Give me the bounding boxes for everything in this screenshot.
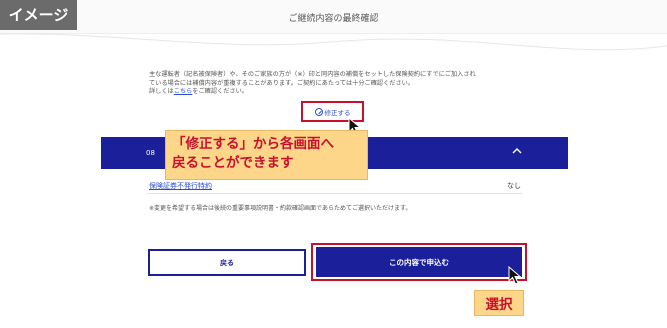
notice-line-1: 主な運転者（記名被保険者）や、そのご家族の方が（※）印と同内容の補償をセットした… xyxy=(149,71,476,78)
notice-line-3: 詳しくはこちらをご確認ください。 xyxy=(149,88,489,97)
section-number: 08 xyxy=(146,149,155,157)
submit-button-label: この内容で申込む xyxy=(389,257,449,267)
policy-option-label[interactable]: 保険証券不発行特約 xyxy=(149,181,212,191)
pencil-circle-icon xyxy=(314,107,323,116)
details-link[interactable]: こちら xyxy=(174,88,193,95)
callout-line-1: 「修正する」から各画面へ xyxy=(172,136,334,152)
select-callout: 選択 xyxy=(474,290,524,316)
callout-line-2: 戻ることができます xyxy=(172,155,294,171)
edit-callout: 「修正する」から各画面へ 戻ることができます xyxy=(165,130,368,180)
notice-suffix: をご確認ください。 xyxy=(192,88,248,95)
overlap-notice: 主な運転者（記名被保険者）や、そのご家族の方が（※）印と同内容の補償をセットした… xyxy=(149,71,489,97)
change-note: ※変更を希望する場合は後続の重要事項説明書・約款確認画面であらためてご選択いただ… xyxy=(149,205,412,212)
page-title: ご継続内容の最終確認 xyxy=(288,14,379,24)
row-divider xyxy=(147,193,522,194)
content-card xyxy=(105,56,567,328)
policy-option-value: なし xyxy=(507,182,521,190)
chevron-up-icon[interactable] xyxy=(512,146,522,156)
mouse-cursor-icon-2 xyxy=(508,266,522,285)
notice-prefix: 詳しくは xyxy=(149,88,174,95)
page-header: ご継続内容の最終確認 xyxy=(0,0,667,34)
submit-button[interactable]: この内容で申込む xyxy=(316,247,522,277)
notice-line-2: ている場合には補償内容が重複することがあります。ご契約にあたっては十分ご確認くだ… xyxy=(149,79,415,87)
back-button[interactable]: 戻る xyxy=(148,249,306,276)
image-badge: イメージ xyxy=(0,0,77,30)
edit-button-label: 修正する xyxy=(324,108,351,117)
back-button-label: 戻る xyxy=(220,258,234,267)
